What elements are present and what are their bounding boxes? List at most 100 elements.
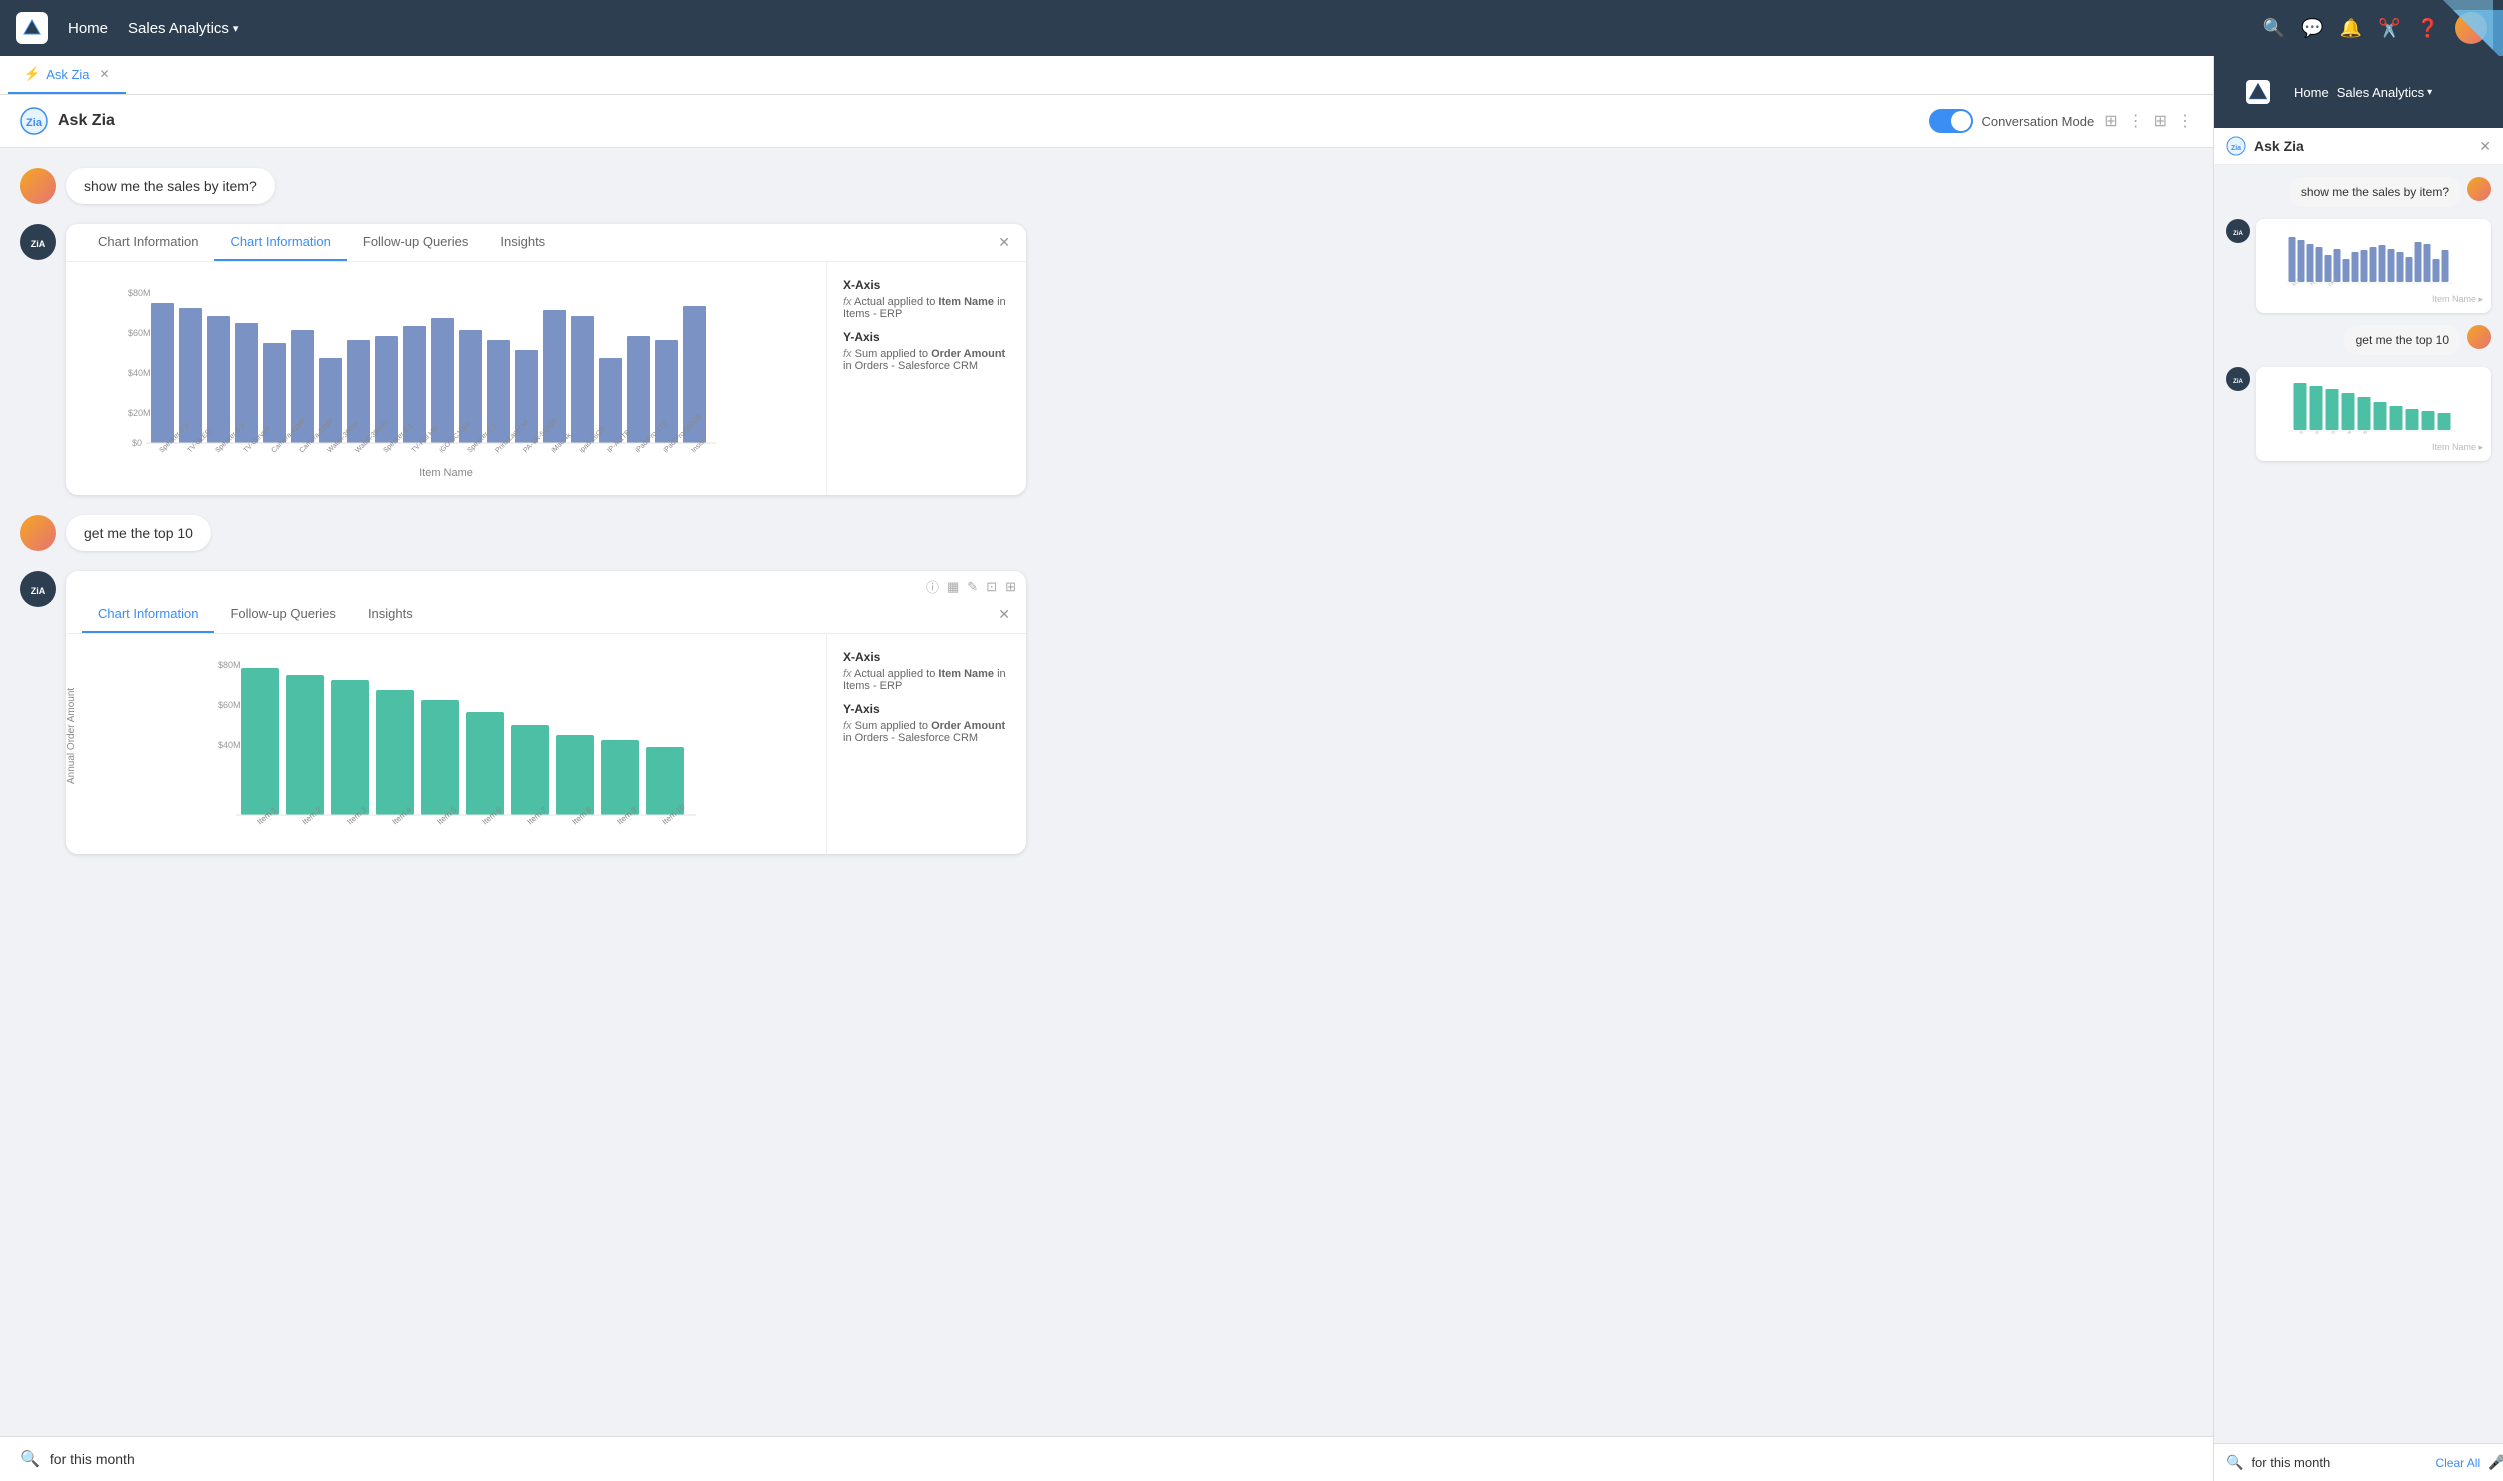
main-layout: ⚡ Ask Zia ✕ Zia Ask Zia Conversation Mod…	[0, 56, 2503, 1481]
tab-ask-zia-label: Ask Zia	[46, 67, 89, 82]
chart-tab-info-active[interactable]: Chart Information	[214, 224, 346, 261]
right-mini-card-1: S7.2 TV Cam Item Name ▸	[2256, 219, 2491, 313]
conv-mode-label: Conversation Mode	[1981, 114, 2094, 129]
chart-tab-insights-2[interactable]: Insights	[352, 596, 429, 633]
zia-header: Zia Ask Zia Conversation Mode ⊞ ⋮ ⊞ ⋮	[0, 95, 2213, 148]
right-zia-title: Ask Zia	[2254, 138, 2304, 154]
chart-tabs-2: Chart Information Follow-up Queries Insi…	[66, 596, 1026, 634]
right-user-avatar-2	[2467, 325, 2491, 349]
tab-bar: ⚡ Ask Zia ✕	[0, 56, 2213, 95]
chart-tab-info-2[interactable]: Chart Information	[82, 596, 214, 633]
x-axis-label-2: X-Axis	[843, 650, 1010, 664]
more-icon[interactable]: ⋮	[2128, 111, 2144, 131]
green-bar-chart: $80M $60M $40M	[102, 650, 830, 830]
info-tool-icon[interactable]: ⓘ	[926, 577, 939, 596]
right-nav-home[interactable]: Home	[2294, 85, 2329, 100]
y-axis-value-2: fx Sum applied to Order Amount in Orders…	[843, 720, 1010, 744]
chat-input[interactable]	[50, 1451, 2193, 1467]
chart-tabs-1: Chart Information Chart Information Foll…	[66, 224, 1026, 262]
user-message-1: show me the sales by item?	[20, 168, 2193, 204]
more2-icon[interactable]: ⋮	[2177, 111, 2193, 131]
app-logo[interactable]	[16, 12, 48, 44]
right-user-msg-2: get me the top 10	[2226, 325, 2491, 355]
right-zia-response-2: ZiA	[2226, 367, 2491, 461]
svg-text:$80M: $80M	[128, 288, 151, 298]
nav-home-link[interactable]: Home	[68, 20, 108, 37]
y-axis-value: fx Sum applied to Order Amount in Orders…	[843, 348, 1010, 372]
right-user-msg-1: show me the sales by item?	[2226, 177, 2491, 207]
svg-text:$60M: $60M	[128, 328, 151, 338]
nav-right-icons: 🔍 💬 🔔 ✂️ ❓	[2263, 12, 2487, 44]
svg-text:$40M: $40M	[218, 740, 241, 750]
user-avatar-2	[20, 515, 56, 551]
input-bar: 🔍	[0, 1436, 2213, 1481]
x-axis-label: X-Axis	[843, 278, 1010, 292]
chart-tab-followup[interactable]: Follow-up Queries	[347, 224, 485, 261]
blue-bar-chart: $80M $60M $40M $20M $0	[82, 278, 810, 458]
search-icon[interactable]: 🔍	[2263, 18, 2285, 39]
right-nav-analytics[interactable]: Sales Analytics ▾	[2337, 85, 2432, 100]
zia-header-title: Ask Zia	[58, 112, 115, 130]
clear-all-button[interactable]: Clear All	[2435, 1456, 2480, 1470]
right-nav-logo	[2230, 68, 2286, 116]
chat-icon[interactable]: 💬	[2301, 18, 2323, 39]
mic-icon[interactable]: 🎤	[2488, 1454, 2503, 1471]
user-avatar-1	[20, 168, 56, 204]
right-chat-input[interactable]	[2251, 1455, 2427, 1470]
tools-icon[interactable]: ✂️	[2378, 18, 2400, 39]
right-input-bar: 🔍 Clear All 🎤	[2214, 1443, 2503, 1481]
grid-icon[interactable]: ⊞	[2104, 111, 2117, 131]
svg-text:Zia: Zia	[2231, 145, 2241, 152]
header-icons: ⊞ ⋮ ⊞ ⋮	[2104, 111, 2193, 131]
zia-avatar-2: ZiA	[20, 571, 56, 607]
svg-text:ZiA: ZiA	[2233, 379, 2243, 385]
user-avatar[interactable]	[2455, 12, 2487, 44]
nav-analytics-link[interactable]: Sales Analytics ▾	[128, 20, 238, 37]
right-zia-close[interactable]: ✕	[2479, 138, 2491, 155]
right-zia-avatar-1: ZiA	[2226, 219, 2250, 243]
x-axis-value-2: fx Actual applied to Item Name in Items …	[843, 668, 1010, 692]
tab-close-icon[interactable]: ✕	[100, 67, 110, 81]
user-bubble-1: show me the sales by item?	[66, 168, 275, 204]
bar-tool-icon[interactable]: ▦	[947, 579, 959, 595]
conversation-mode-toggle[interactable]: Conversation Mode	[1929, 109, 2094, 133]
expand-tool-icon[interactable]: ⊞	[1005, 579, 1016, 595]
tab-ask-zia[interactable]: ⚡ Ask Zia ✕	[8, 56, 126, 94]
right-panel: Home Sales Analytics ▾ Zia Ask Zia ✕ sho…	[2213, 56, 2503, 1481]
svg-text:$60M: $60M	[218, 700, 241, 710]
svg-text:Zia: Zia	[26, 117, 43, 129]
filter-tool-icon[interactable]: ⊡	[986, 579, 997, 595]
right-zia-avatar-2: ZiA	[2226, 367, 2250, 391]
chart-tab-info[interactable]: Chart Information	[82, 224, 214, 261]
chart-tab-insights[interactable]: Insights	[484, 224, 561, 261]
bell-icon[interactable]: 🔔	[2340, 18, 2362, 39]
chart-close-icon-2[interactable]: ✕	[998, 606, 1010, 623]
svg-text:ZiA: ZiA	[31, 586, 46, 596]
zia-response-1: ZiA Chart Information Chart Information …	[20, 224, 2193, 495]
chart-info-panel-1: X-Axis fx Actual applied to Item Name in…	[826, 262, 1026, 495]
right-zia-response-1: ZiA	[2226, 219, 2491, 313]
right-chart-label-2: Item Name ▸	[2264, 442, 2483, 453]
user-message-2: get me the top 10	[20, 515, 2193, 551]
chart-tab-followup-2[interactable]: Follow-up Queries	[214, 596, 352, 633]
chart-area-green: Annual Order Amount $80M $60M $40M	[66, 634, 826, 854]
zia-header-logo: Zia	[20, 107, 48, 135]
chart-close-icon[interactable]: ✕	[998, 234, 1010, 251]
zia-avatar-1: ZiA	[20, 224, 56, 260]
x-axis-value: fx Actual applied to Item Name in Items …	[843, 296, 1010, 320]
chart-content-1: $80M $60M $40M $20M $0	[66, 262, 1026, 495]
help-icon[interactable]: ❓	[2417, 18, 2439, 39]
right-user-bubble-1: show me the sales by item?	[2289, 177, 2461, 207]
zia-card-2: ⓘ ▦ ✎ ⊡ ⊞ Chart Information Follow-up Qu…	[66, 571, 1026, 854]
zia-response-2: ZiA ⓘ ▦ ✎ ⊡ ⊞ Chart Information Follow-u…	[20, 571, 2193, 854]
right-mini-chart-green: I1 I2 I3 I4 I5	[2264, 375, 2483, 435]
svg-text:$80M: $80M	[218, 660, 241, 670]
chat-area: show me the sales by item? ZiA Chart Inf…	[0, 148, 2213, 1436]
svg-text:ZiA: ZiA	[31, 239, 46, 249]
analytics-chevron: ▾	[233, 22, 239, 35]
left-panel: ⚡ Ask Zia ✕ Zia Ask Zia Conversation Mod…	[0, 56, 2213, 1481]
toggle-switch[interactable]	[1929, 109, 1973, 133]
edit-tool-icon[interactable]: ✎	[967, 579, 978, 595]
top-navigation: Home Sales Analytics ▾ 🔍 💬 🔔 ✂️ ❓	[0, 0, 2503, 56]
grid2-icon[interactable]: ⊞	[2154, 111, 2167, 131]
